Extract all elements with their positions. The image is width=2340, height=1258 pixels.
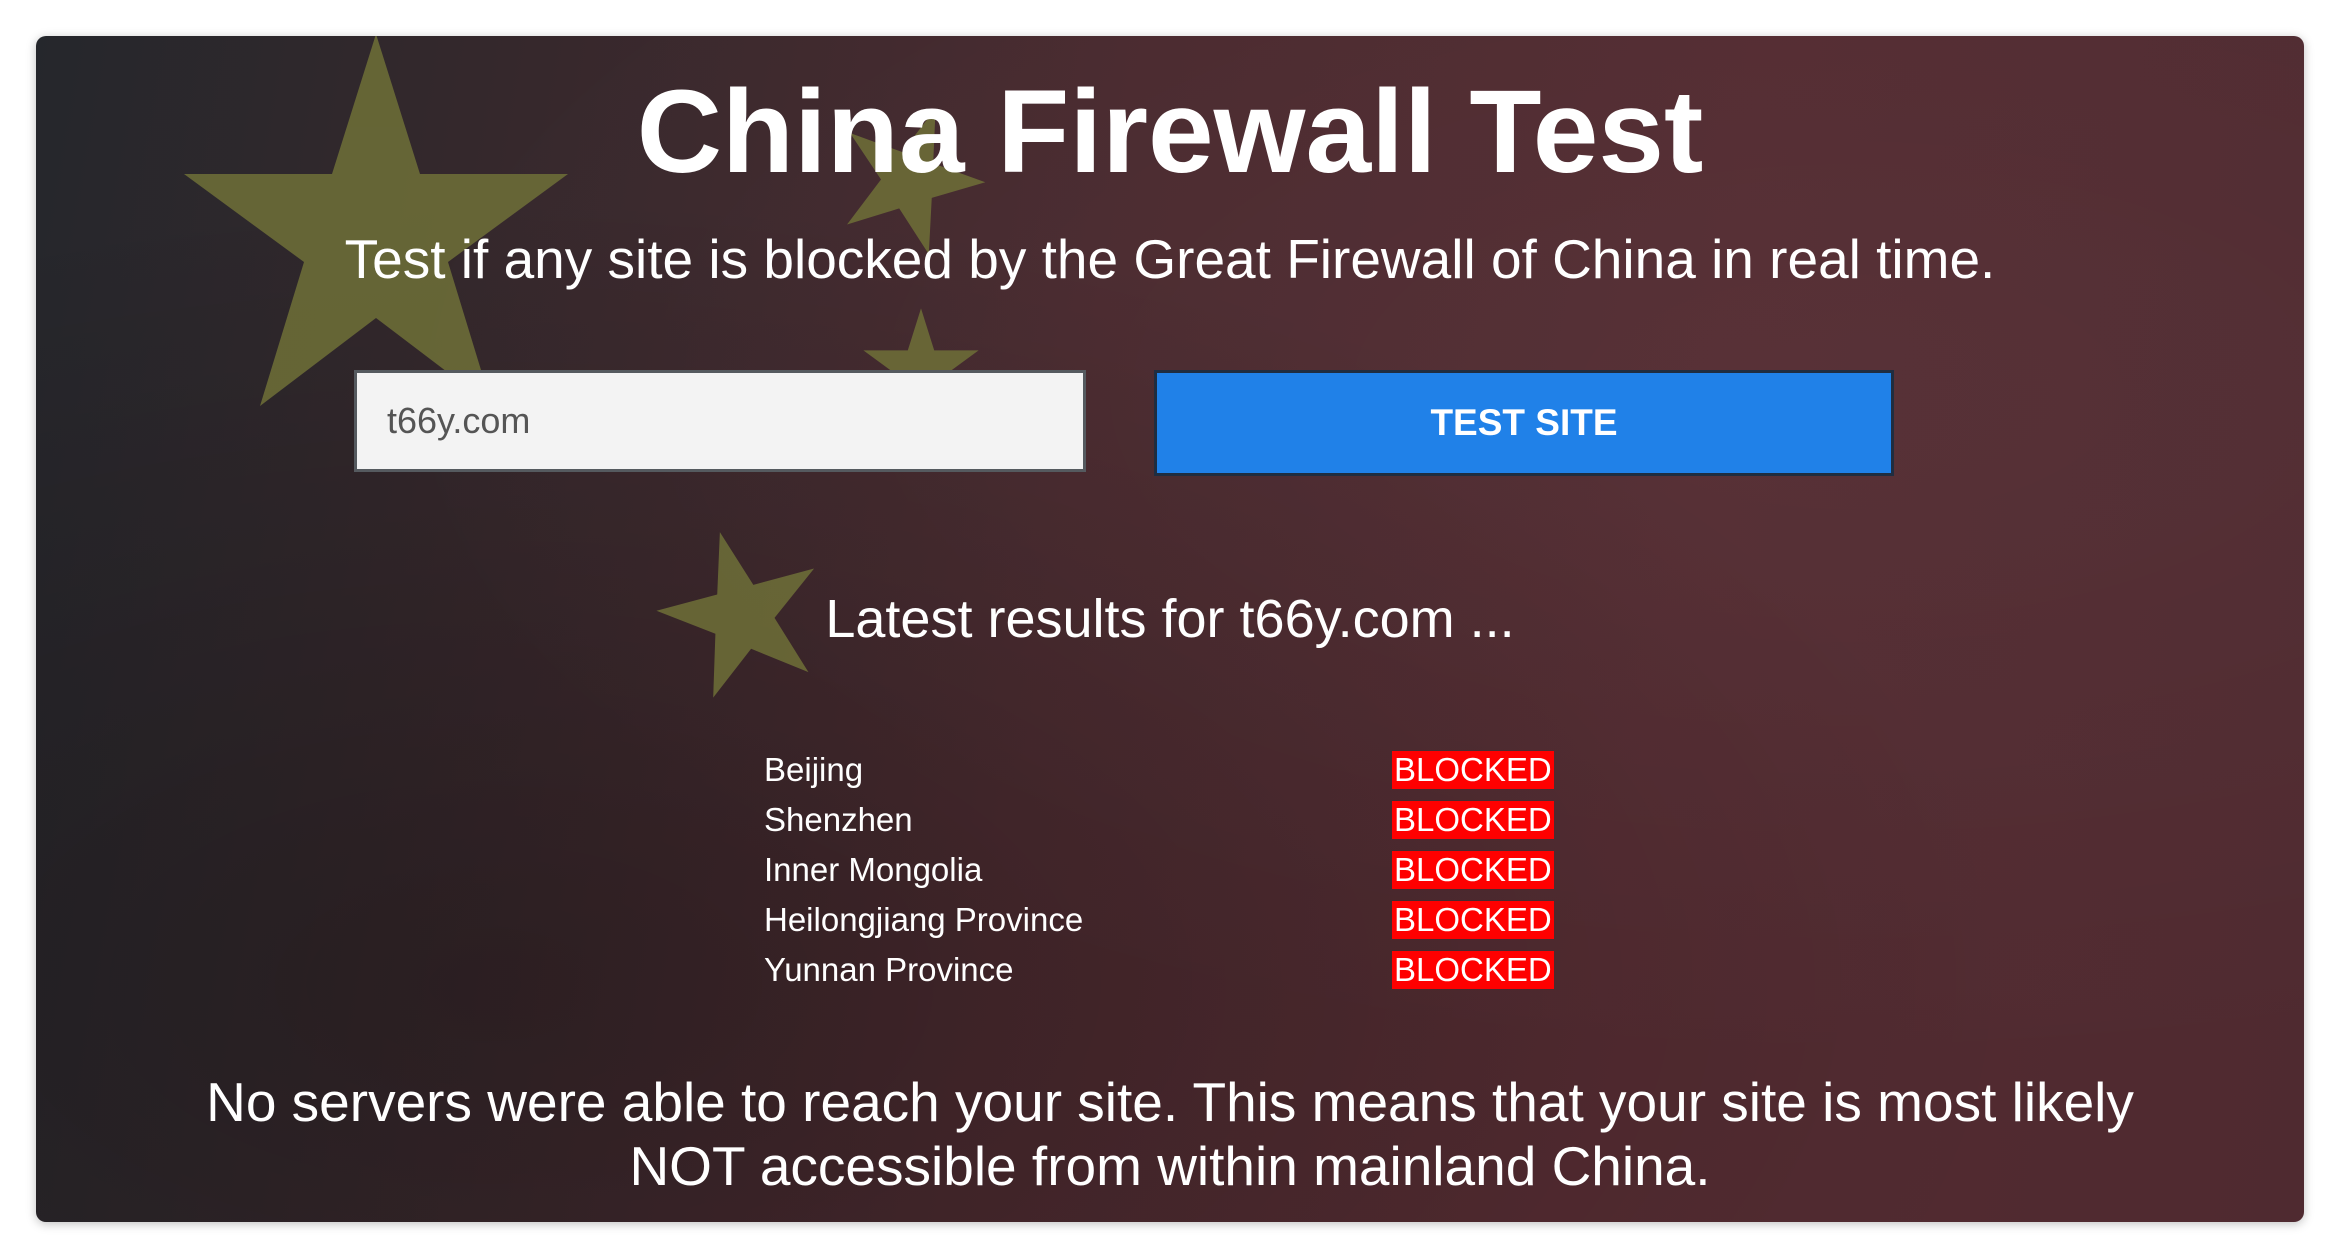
conclusion-message: No servers were able to reach your site.… <box>96 1070 2244 1198</box>
result-row: Inner Mongolia BLOCKED <box>764 846 1584 896</box>
page-frame: China Firewall Test Test if any site is … <box>36 36 2304 1222</box>
results-table: Beijing BLOCKED Shenzhen BLOCKED Inner M… <box>764 746 1584 996</box>
results-heading: Latest results for t66y.com ... <box>825 589 1515 649</box>
location-name: Inner Mongolia <box>764 851 983 888</box>
location-name: Yunnan Province <box>764 951 1014 988</box>
status-badge: BLOCKED <box>1392 901 1554 939</box>
status-badge: BLOCKED <box>1392 951 1554 989</box>
test-site-button[interactable]: TEST SITE <box>1154 370 1894 476</box>
conclusion-line-1: No servers were able to reach your site.… <box>206 1071 2134 1133</box>
status-badge: BLOCKED <box>1392 851 1554 889</box>
status-badge: BLOCKED <box>1392 751 1554 789</box>
result-row: Yunnan Province BLOCKED <box>764 946 1584 996</box>
page-subtitle: Test if any site is blocked by the Great… <box>344 228 1996 290</box>
url-input[interactable] <box>354 370 1086 472</box>
result-row: Shenzhen BLOCKED <box>764 796 1584 846</box>
location-name: Heilongjiang Province <box>764 901 1084 938</box>
location-name: Shenzhen <box>764 801 913 838</box>
result-row: Heilongjiang Province BLOCKED <box>764 896 1584 946</box>
page-title: China Firewall Test <box>636 66 1704 198</box>
conclusion-line-2: NOT accessible from within mainland Chin… <box>629 1135 1711 1197</box>
result-row: Beijing BLOCKED <box>764 746 1584 796</box>
location-name: Beijing <box>764 751 864 788</box>
status-badge: BLOCKED <box>1392 801 1554 839</box>
